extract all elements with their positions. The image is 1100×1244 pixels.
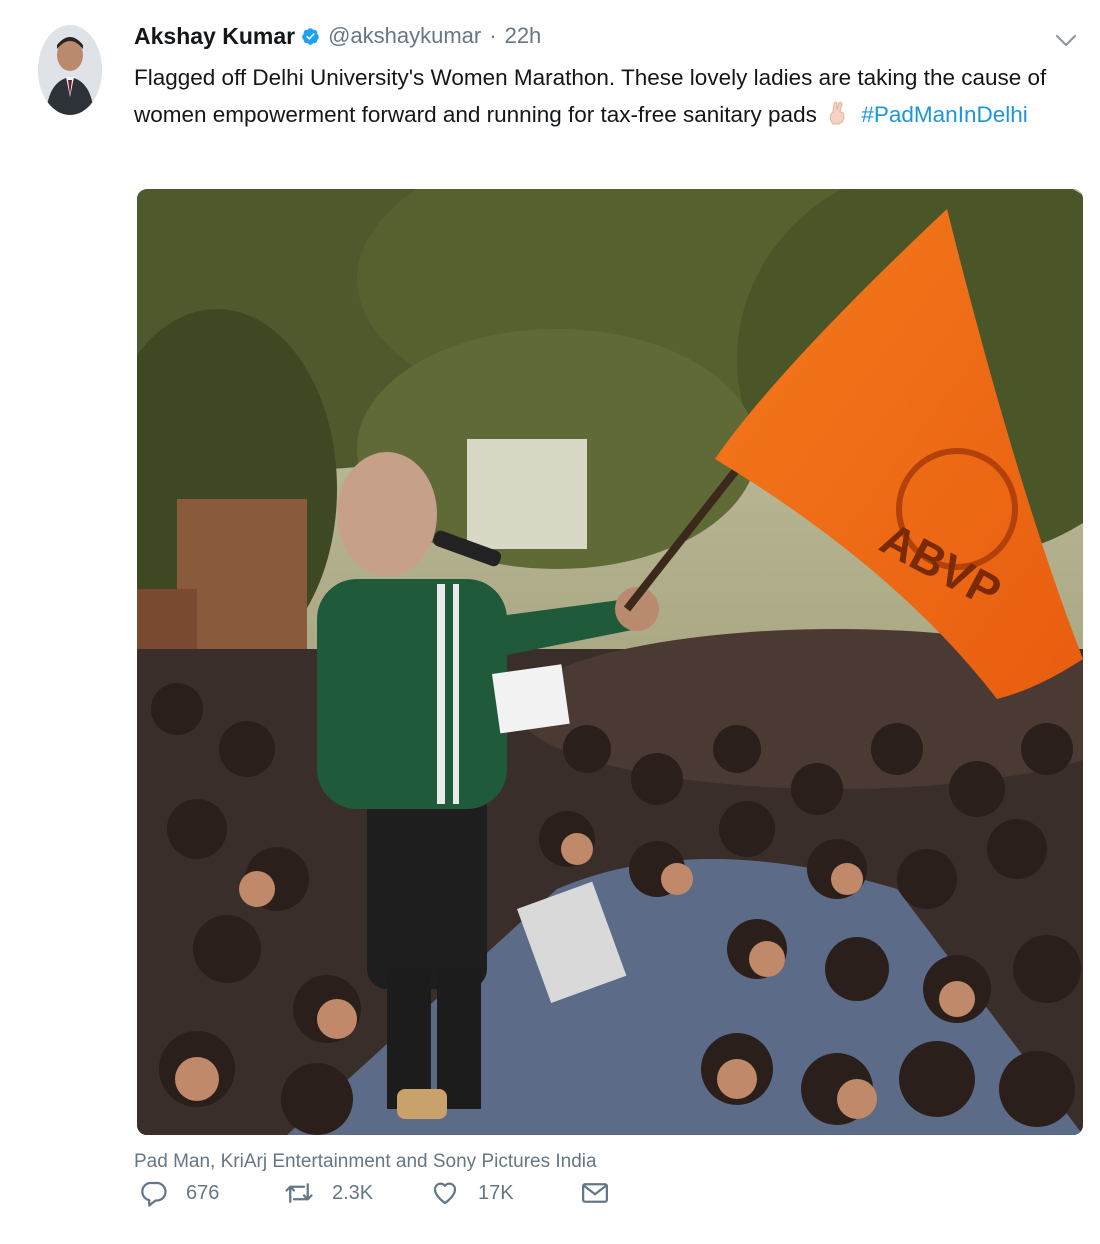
retweet-button[interactable]: 2.3K — [284, 1178, 430, 1208]
tweet-actions: 676 2.3K 17K — [138, 1178, 610, 1208]
verified-badge-icon — [302, 27, 319, 45]
avatar[interactable] — [38, 25, 102, 115]
like-button[interactable]: 17K — [430, 1178, 580, 1208]
avatar-image — [38, 25, 102, 115]
reply-icon — [141, 1181, 167, 1207]
author-name[interactable]: Akshay Kumar — [134, 23, 295, 50]
author-handle[interactable]: @akshaykumar — [328, 23, 481, 49]
direct-message-button[interactable] — [580, 1178, 610, 1208]
hashtag-link[interactable]: #PadManInDelhi — [861, 102, 1027, 127]
photo-caption: Pad Man, KriArj Entertainment and Sony P… — [134, 1151, 597, 1172]
retweet-icon — [285, 1183, 313, 1203]
tweet-text: Flagged off Delhi University's Women Mar… — [134, 59, 1074, 133]
retweet-count: 2.3K — [332, 1181, 374, 1204]
photo-illustration: ABVP — [137, 189, 1083, 1135]
like-count: 17K — [478, 1181, 514, 1204]
heart-icon — [433, 1182, 457, 1205]
fingers-crossed-icon — [829, 101, 845, 125]
reply-button[interactable]: 676 — [138, 1178, 284, 1208]
separator: · — [489, 23, 497, 48]
timestamp[interactable]: 22h — [505, 23, 542, 49]
tweet-photo[interactable]: ABVP — [137, 189, 1083, 1135]
chevron-down-icon[interactable] — [1055, 34, 1077, 48]
tweet-header: Akshay Kumar @akshaykumar · 22h — [134, 20, 541, 52]
reply-count: 676 — [186, 1181, 220, 1204]
envelope-icon — [582, 1183, 608, 1203]
